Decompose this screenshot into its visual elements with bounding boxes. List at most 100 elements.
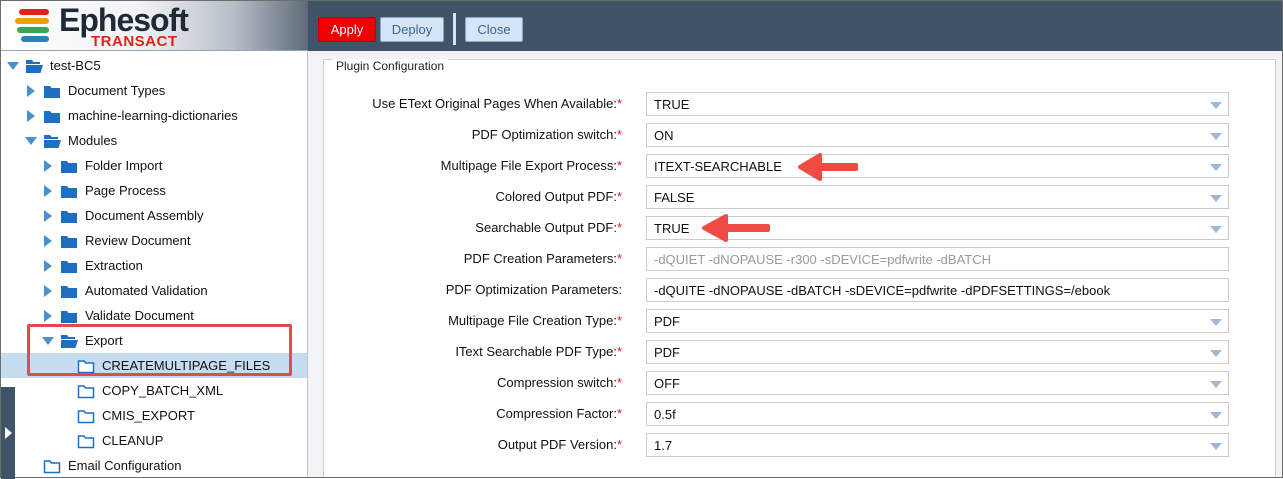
dropdown-arrow-icon[interactable] xyxy=(1210,443,1222,450)
folder-icon xyxy=(60,283,78,299)
required-marker: * xyxy=(616,313,622,328)
field-label: PDF Creation Parameters:* xyxy=(464,251,622,266)
form-row-itext-searchable-pdf-type: IText Searchable PDF Type:* PDF xyxy=(324,340,1275,364)
chevron-right-icon[interactable] xyxy=(25,84,37,97)
field-value: 1.7 xyxy=(654,438,673,453)
dropdown-arrow-icon[interactable] xyxy=(1210,319,1222,326)
chevron-right-icon[interactable] xyxy=(42,159,54,172)
field-label: Compression Factor:* xyxy=(496,406,622,421)
field-value: -dQUIET -dNOPAUSE -r300 -sDEVICE=pdfwrit… xyxy=(654,252,992,267)
dropdown-arrow-icon[interactable] xyxy=(1210,412,1222,419)
tree-item-label: Modules xyxy=(68,133,118,148)
tree-item-label: CMIS_EXPORT xyxy=(102,408,195,423)
apply-button[interactable]: Apply xyxy=(318,17,376,42)
chevron-right-icon[interactable] xyxy=(42,309,54,322)
toolbar: Apply Deploy Close xyxy=(308,1,1282,51)
ephesoft-logo-icon xyxy=(15,9,49,42)
main-content: Plugin Configuration Use EText Original … xyxy=(308,51,1282,477)
form-row-pdf-optimization-parameters: PDF Optimization Parameters: -dQUITE -dNO… xyxy=(324,278,1275,302)
tree-item-label: Page Process xyxy=(85,183,166,198)
field-value: TRUE xyxy=(654,221,690,236)
tree-item-label: Review Document xyxy=(85,233,191,248)
input-pdf-optimization-parameters[interactable]: -dQUITE -dNOPAUSE -dBATCH -sDEVICE=pdfwr… xyxy=(646,278,1229,302)
tree-item-email-configuration[interactable]: Email Configuration xyxy=(1,453,307,478)
chevron-right-icon[interactable] xyxy=(42,209,54,222)
select-pdf-optimization-switch[interactable]: ON xyxy=(646,123,1229,147)
sidebar-tree: test-BC5 Document Types machine-learning-d… xyxy=(1,51,308,477)
tree-item-validate-document[interactable]: Validate Document xyxy=(1,303,307,328)
dropdown-arrow-icon[interactable] xyxy=(1210,226,1222,233)
tree-item-extraction[interactable]: Extraction xyxy=(1,253,307,278)
tree-item-createmultipage-files[interactable]: CREATEMULTIPAGE_FILES xyxy=(1,353,307,378)
tree-item-label: machine-learning-dictionaries xyxy=(68,108,238,123)
tree-item-document-types[interactable]: Document Types xyxy=(1,78,307,103)
chevron-right-icon[interactable] xyxy=(25,109,37,122)
select-use-etext-original-pages-when-available[interactable]: TRUE xyxy=(646,92,1229,116)
tree-item-test-bc5[interactable]: test-BC5 xyxy=(1,53,307,78)
folder-icon xyxy=(60,158,78,174)
dropdown-arrow-icon[interactable] xyxy=(1210,133,1222,140)
sidebar-collapse-handle[interactable] xyxy=(1,387,15,479)
field-label: Multipage File Creation Type:* xyxy=(448,313,622,328)
field-label-text: Compression Factor: xyxy=(496,406,617,421)
chevron-right-icon[interactable] xyxy=(42,284,54,297)
folder-icon xyxy=(43,108,61,124)
field-label-text: PDF Optimization Parameters: xyxy=(445,282,622,297)
chevron-down-icon[interactable] xyxy=(7,60,19,72)
select-compression-switch[interactable]: OFF xyxy=(646,371,1229,395)
select-colored-output-pdf[interactable]: FALSE xyxy=(646,185,1229,209)
form-row-colored-output-pdf: Colored Output PDF:* FALSE xyxy=(324,185,1275,209)
dropdown-arrow-icon[interactable] xyxy=(1210,102,1222,109)
chevron-right-icon[interactable] xyxy=(42,234,54,247)
tree-item-page-process[interactable]: Page Process xyxy=(1,178,307,203)
tree-item-automated-validation[interactable]: Automated Validation xyxy=(1,278,307,303)
field-label-text: Output PDF Version: xyxy=(497,437,617,452)
field-label-text: PDF Optimization switch: xyxy=(471,127,617,142)
chevron-right-icon[interactable] xyxy=(42,259,54,272)
deploy-button[interactable]: Deploy xyxy=(380,17,444,42)
tree-item-label: CREATEMULTIPAGE_FILES xyxy=(102,358,271,373)
select-compression-factor[interactable]: 0.5f xyxy=(646,402,1229,426)
tree-item-machine-learning-dictionaries[interactable]: machine-learning-dictionaries xyxy=(1,103,307,128)
tree-item-document-assembly[interactable]: Document Assembly xyxy=(1,203,307,228)
app-logo: Ephesoft TRANSACT xyxy=(1,1,308,51)
select-output-pdf-version[interactable]: 1.7 xyxy=(646,433,1229,457)
tree-item-copy-batch-xml[interactable]: COPY_BATCH_XML xyxy=(1,378,307,403)
tree-item-review-document[interactable]: Review Document xyxy=(1,228,307,253)
form-row-compression-switch: Compression switch:* OFF xyxy=(324,371,1275,395)
required-marker: * xyxy=(616,375,622,390)
form-row-output-pdf-version: Output PDF Version:* 1.7 xyxy=(324,433,1275,457)
select-multipage-file-export-process[interactable]: ITEXT-SEARCHABLE xyxy=(646,154,1229,178)
tree-item-label: Folder Import xyxy=(85,158,163,173)
chevron-down-icon[interactable] xyxy=(25,135,37,147)
select-searchable-output-pdf[interactable]: TRUE xyxy=(646,216,1229,240)
field-value: -dQUITE -dNOPAUSE -dBATCH -sDEVICE=pdfwr… xyxy=(654,283,1111,298)
field-label-text: Multipage File Export Process: xyxy=(440,158,617,173)
chevron-right-icon[interactable] xyxy=(42,184,54,197)
field-label-text: Use EText Original Pages When Available: xyxy=(372,96,617,111)
required-marker: * xyxy=(616,127,622,142)
field-label-text: IText Searchable PDF Type: xyxy=(455,344,617,359)
close-button[interactable]: Close xyxy=(465,17,523,42)
tree-item-cmis-export[interactable]: CMIS_EXPORT xyxy=(1,403,307,428)
logo-text: Ephesoft xyxy=(59,2,189,38)
tree-item-label: Document Assembly xyxy=(85,208,204,223)
select-itext-searchable-pdf-type[interactable]: PDF xyxy=(646,340,1229,364)
field-label: PDF Optimization Parameters: xyxy=(446,282,622,297)
tree-item-folder-import[interactable]: Folder Import xyxy=(1,153,307,178)
folder-outline-icon xyxy=(77,383,95,399)
dropdown-arrow-icon[interactable] xyxy=(1210,195,1222,202)
form-row-searchable-output-pdf: Searchable Output PDF:* TRUE xyxy=(324,216,1275,240)
tree-item-cleanup[interactable]: CLEANUP xyxy=(1,428,307,453)
form-row-multipage-file-export-process: Multipage File Export Process:* ITEXT-SEA… xyxy=(324,154,1275,178)
tree-item-label: Export xyxy=(85,333,123,348)
tree-item-modules[interactable]: Modules xyxy=(1,128,307,153)
select-multipage-file-creation-type[interactable]: PDF xyxy=(646,309,1229,333)
form-row-pdf-creation-parameters: PDF Creation Parameters:* -dQUIET -dNOPAU… xyxy=(324,247,1275,271)
dropdown-arrow-icon[interactable] xyxy=(1210,164,1222,171)
dropdown-arrow-icon[interactable] xyxy=(1210,381,1222,388)
dropdown-arrow-icon[interactable] xyxy=(1210,350,1222,357)
tree-item-export[interactable]: Export xyxy=(1,328,307,353)
chevron-down-icon[interactable] xyxy=(42,335,54,347)
folder-icon xyxy=(60,258,78,274)
